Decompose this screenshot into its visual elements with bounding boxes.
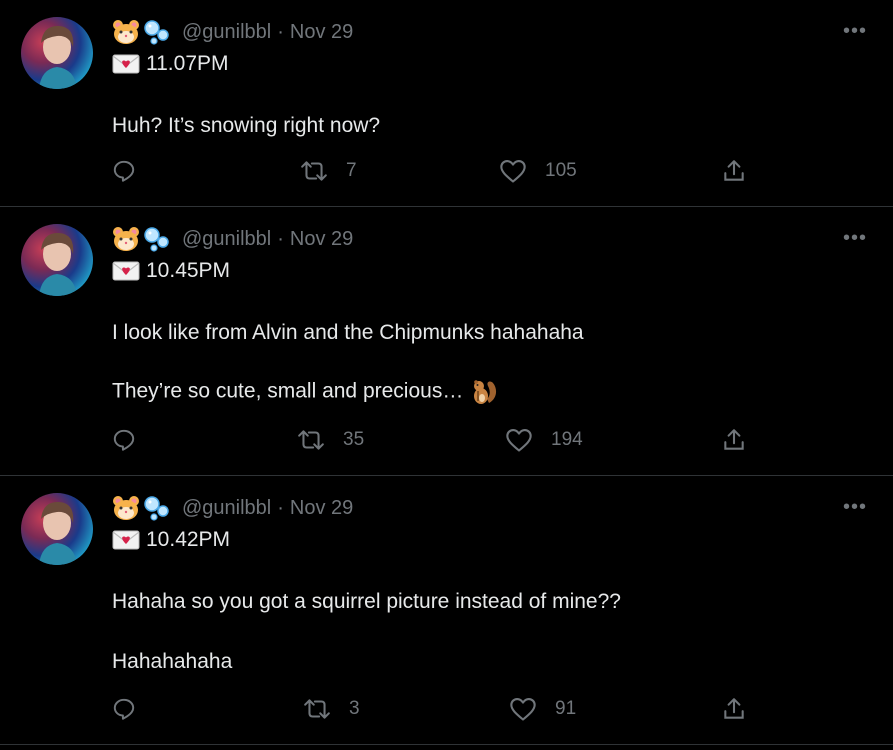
- reply-icon: [111, 696, 137, 722]
- tweet-text-line: Hahahahaha: [112, 650, 233, 673]
- avatar[interactable]: [21, 224, 93, 296]
- like-icon: [499, 158, 527, 184]
- love-letter-icon: [112, 53, 140, 75]
- avatar-image: [39, 232, 77, 296]
- like-count: 105: [545, 160, 577, 181]
- tweet-time-text: 10.42PM: [146, 528, 231, 551]
- retweet-count: 35: [343, 429, 365, 450]
- love-letter-icon: [112, 260, 140, 282]
- love-letter-icon: [112, 529, 140, 551]
- retweet-icon: [303, 696, 331, 722]
- avatar[interactable]: [21, 493, 93, 565]
- hamster-face-icon: [112, 494, 140, 522]
- reply-icon: [111, 427, 137, 453]
- tweet-text-line-with-emoji: They’re so cute, small and precious…: [112, 377, 499, 407]
- like-count: 194: [551, 429, 583, 450]
- tweet-text-line: I look like from Alvin and the Chipmunks…: [112, 321, 584, 344]
- tweet-date[interactable]: Nov 29: [290, 228, 353, 251]
- tweet-date[interactable]: Nov 29: [290, 497, 353, 520]
- bubbles-icon: [143, 225, 171, 253]
- tweet-text-line: Hahaha so you got a squirrel picture ins…: [112, 590, 621, 613]
- share-icon: [721, 158, 747, 184]
- like-count: 91: [555, 698, 577, 719]
- share-icon: [721, 427, 747, 453]
- retweet-button[interactable]: 35: [297, 427, 364, 453]
- user-handle[interactable]: @gunilbbl: [182, 21, 271, 44]
- tweet-header: @gunilbbl · Nov 29: [112, 494, 353, 522]
- separator-dot: ·: [277, 20, 284, 43]
- chipmunk-icon: [469, 377, 499, 407]
- avatar-image: [39, 25, 77, 89]
- reply-button[interactable]: [111, 427, 137, 453]
- like-button[interactable]: 91: [509, 696, 576, 722]
- tweet[interactable]: @gunilbbl · Nov 29 ••• 11.07PM Huh? It’s…: [0, 0, 893, 207]
- retweet-button[interactable]: 7: [300, 158, 357, 184]
- share-button[interactable]: [721, 696, 747, 722]
- hamster-face-icon: [112, 225, 140, 253]
- tweet-header: @gunilbbl · Nov 29: [112, 18, 353, 46]
- tweet-text-line: Huh? It’s snowing right now?: [112, 114, 381, 137]
- share-icon: [721, 696, 747, 722]
- time-line: 11.07PM: [112, 52, 229, 76]
- hamster-face-icon: [112, 18, 140, 46]
- share-button[interactable]: [721, 158, 747, 184]
- like-button[interactable]: 105: [499, 158, 577, 184]
- bubbles-icon: [143, 18, 171, 46]
- like-button[interactable]: 194: [505, 427, 583, 453]
- tweet[interactable]: @gunilbbl · Nov 29 ••• 10.45PM I look li…: [0, 207, 893, 476]
- retweet-count: 3: [349, 698, 360, 719]
- tweet-time-text: 10.45PM: [146, 259, 231, 282]
- time-line: 10.45PM: [112, 259, 230, 283]
- reply-button[interactable]: [111, 696, 137, 722]
- time-line: 10.42PM: [112, 528, 230, 552]
- tweet-time-text: 11.07PM: [146, 52, 229, 75]
- tweet[interactable]: @gunilbbl · Nov 29 ••• 10.42PM Hahaha so…: [0, 476, 893, 745]
- more-options-button[interactable]: •••: [843, 496, 867, 519]
- separator-dot: ·: [277, 496, 284, 519]
- user-handle[interactable]: @gunilbbl: [182, 497, 271, 520]
- tweet-actions: 35 194: [0, 427, 893, 457]
- reply-button[interactable]: [111, 158, 137, 184]
- tweet-header: @gunilbbl · Nov 29: [112, 225, 353, 253]
- more-options-button[interactable]: •••: [843, 20, 867, 43]
- tweet-actions: 7 105: [0, 158, 893, 188]
- more-options-button[interactable]: •••: [843, 227, 867, 250]
- avatar[interactable]: [21, 17, 93, 89]
- reply-icon: [111, 158, 137, 184]
- like-icon: [509, 696, 537, 722]
- bubbles-icon: [143, 494, 171, 522]
- tweet-date[interactable]: Nov 29: [290, 21, 353, 44]
- tweet-text-line: They’re so cute, small and precious…: [112, 379, 464, 403]
- retweet-icon: [297, 427, 325, 453]
- retweet-icon: [300, 158, 328, 184]
- separator-dot: ·: [277, 227, 284, 250]
- like-icon: [505, 427, 533, 453]
- retweet-button[interactable]: 3: [303, 696, 360, 722]
- retweet-count: 7: [346, 160, 357, 181]
- share-button[interactable]: [721, 427, 747, 453]
- avatar-image: [39, 501, 77, 565]
- user-handle[interactable]: @gunilbbl: [182, 228, 271, 251]
- tweet-actions: 3 91: [0, 696, 893, 726]
